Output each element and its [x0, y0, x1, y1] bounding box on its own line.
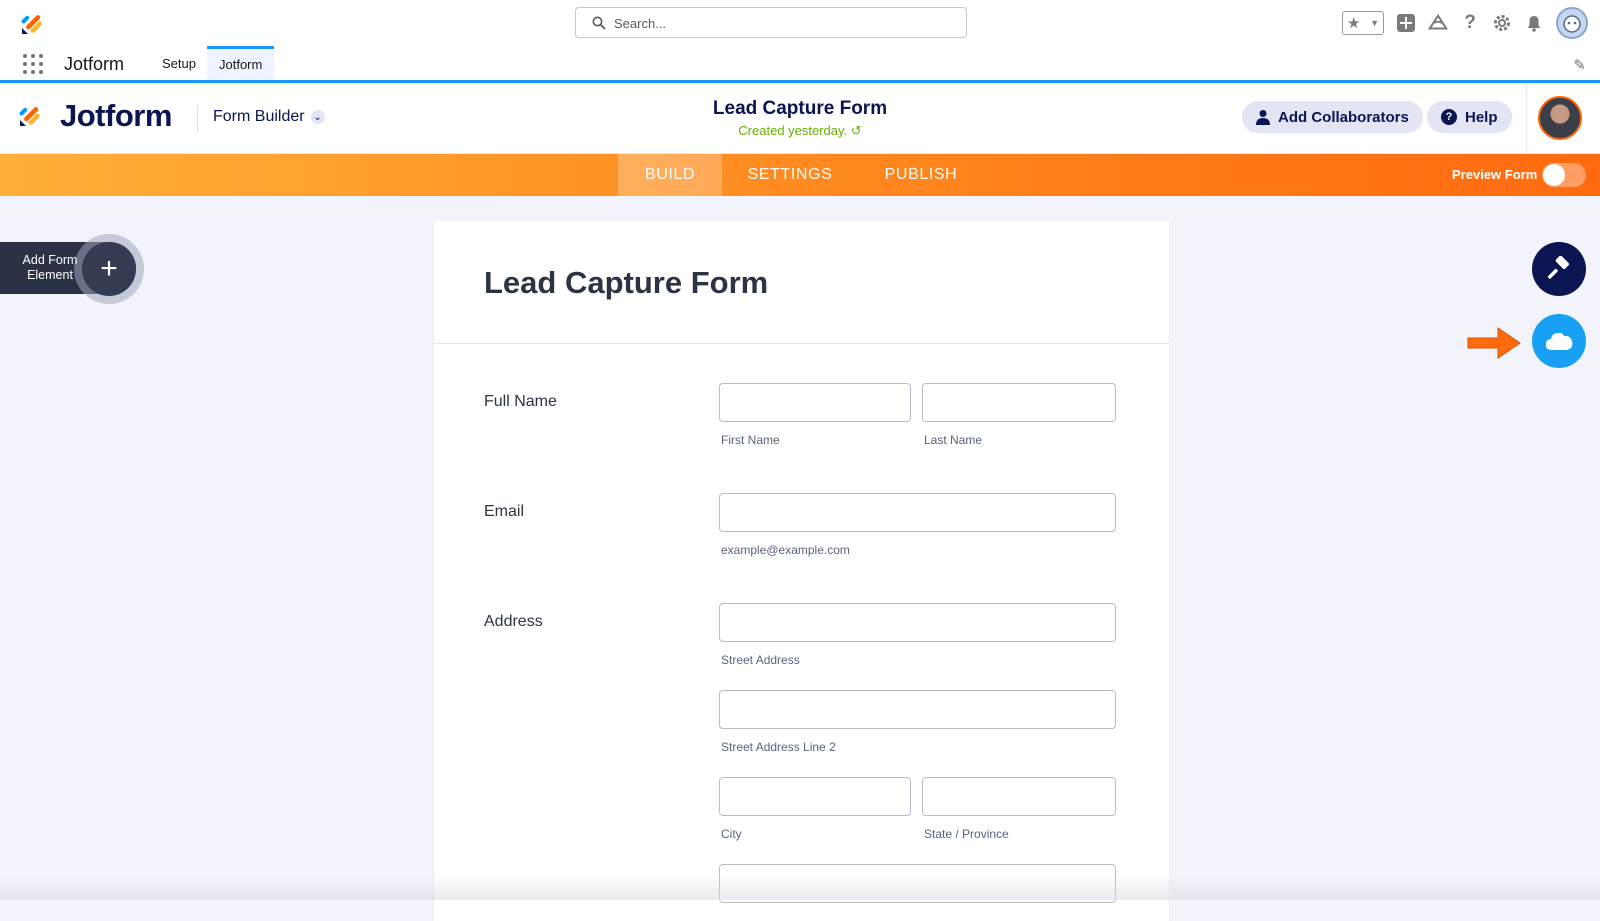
search-placeholder: Search...	[614, 16, 667, 31]
add-form-element-label: Add Form Element	[22, 253, 78, 282]
salesforce-cloud-icon	[1545, 332, 1573, 350]
help-button[interactable]: ? Help	[1427, 101, 1512, 133]
add-collaborators-button[interactable]: Add Collaborators	[1242, 101, 1423, 133]
state-province-sublabel: State / Province	[924, 827, 1009, 841]
trailhead-icon[interactable]	[1428, 13, 1448, 33]
salesforce-integration-button[interactable]	[1532, 314, 1586, 368]
first-name-input[interactable]	[719, 383, 911, 422]
app-name: Jotform	[64, 54, 125, 74]
tab-build[interactable]: BUILD	[618, 154, 722, 196]
setup-gear-icon[interactable]	[1492, 13, 1512, 33]
header-utility-icons: ★ ▼ ?	[1342, 6, 1588, 40]
app-launcher-waffle-icon[interactable]	[23, 54, 43, 74]
form-canvas: Lead Capture Form Full Name First Name L…	[434, 221, 1169, 921]
street-address-line2-input[interactable]	[719, 690, 1116, 729]
account-avatar[interactable]	[1538, 96, 1582, 140]
preview-form-toggle[interactable]	[1542, 163, 1586, 187]
preview-form-label: Preview Form	[1452, 167, 1538, 182]
revision-history-icon[interactable]: ↺	[851, 123, 862, 138]
street-address-input[interactable]	[719, 603, 1116, 642]
user-icon	[1256, 110, 1270, 125]
heading-divider	[434, 343, 1169, 344]
form-heading[interactable]: Lead Capture Form	[484, 265, 768, 301]
global-search-input[interactable]: Search...	[575, 7, 967, 38]
add-collaborators-label: Add Collaborators	[1278, 108, 1409, 126]
nav-tab-jotform[interactable]: Jotform	[207, 46, 275, 80]
favorites-star-icon: ★	[1347, 15, 1361, 32]
street-address-sublabel: Street Address	[721, 653, 800, 667]
form-designer-button[interactable]	[1532, 242, 1586, 296]
builder-tab-bar: BUILD SETTINGS PUBLISH Preview Form	[0, 154, 1600, 196]
tab-publish[interactable]: PUBLISH	[858, 154, 984, 196]
full-name-label[interactable]: Full Name	[484, 393, 557, 411]
question-circle-icon: ?	[1441, 109, 1457, 125]
street-address-line2-sublabel: Street Address Line 2	[721, 740, 836, 754]
plus-icon[interactable]: +	[82, 242, 136, 296]
chevron-down-icon: ▼	[1370, 18, 1379, 28]
state-province-input[interactable]	[922, 777, 1116, 816]
add-icon[interactable]	[1396, 13, 1416, 33]
favorites-button[interactable]: ★ ▼	[1342, 11, 1384, 35]
city-sublabel: City	[721, 827, 742, 841]
postal-code-input[interactable]	[719, 864, 1116, 903]
salesforce-header: Search... ★ ▼ ?	[0, 0, 1600, 46]
help-icon[interactable]: ?	[1460, 12, 1480, 33]
address-label[interactable]: Address	[484, 613, 543, 631]
app-navigation-bar: Jotform Setup Jotform ✎	[0, 46, 1600, 83]
header-divider-right	[1526, 84, 1527, 154]
last-name-sublabel: Last Name	[924, 433, 983, 447]
search-icon	[592, 16, 606, 30]
jotform-app-logo-icon[interactable]	[18, 8, 48, 38]
edit-nav-pencil-icon[interactable]: ✎	[1573, 56, 1586, 74]
email-label[interactable]: Email	[484, 503, 524, 521]
last-name-input[interactable]	[922, 383, 1116, 422]
email-input[interactable]	[719, 493, 1116, 532]
form-builder-header: Jotform Form Builder ⌄ Lead Capture Form…	[0, 84, 1600, 154]
created-text: Created yesterday.	[738, 123, 848, 138]
help-label: Help	[1465, 108, 1498, 126]
paint-roller-icon	[1547, 256, 1569, 279]
city-input[interactable]	[719, 777, 911, 816]
nav-tab-setup[interactable]: Setup	[150, 46, 208, 80]
first-name-sublabel: First Name	[721, 433, 780, 447]
tab-settings[interactable]: SETTINGS	[722, 154, 858, 196]
add-form-element-button[interactable]: Add Form Element +	[0, 234, 144, 304]
user-avatar[interactable]	[1556, 7, 1588, 39]
email-sublabel: example@example.com	[721, 543, 850, 557]
arrow-pointer-icon	[1467, 327, 1521, 359]
notifications-bell-icon[interactable]	[1524, 13, 1544, 33]
